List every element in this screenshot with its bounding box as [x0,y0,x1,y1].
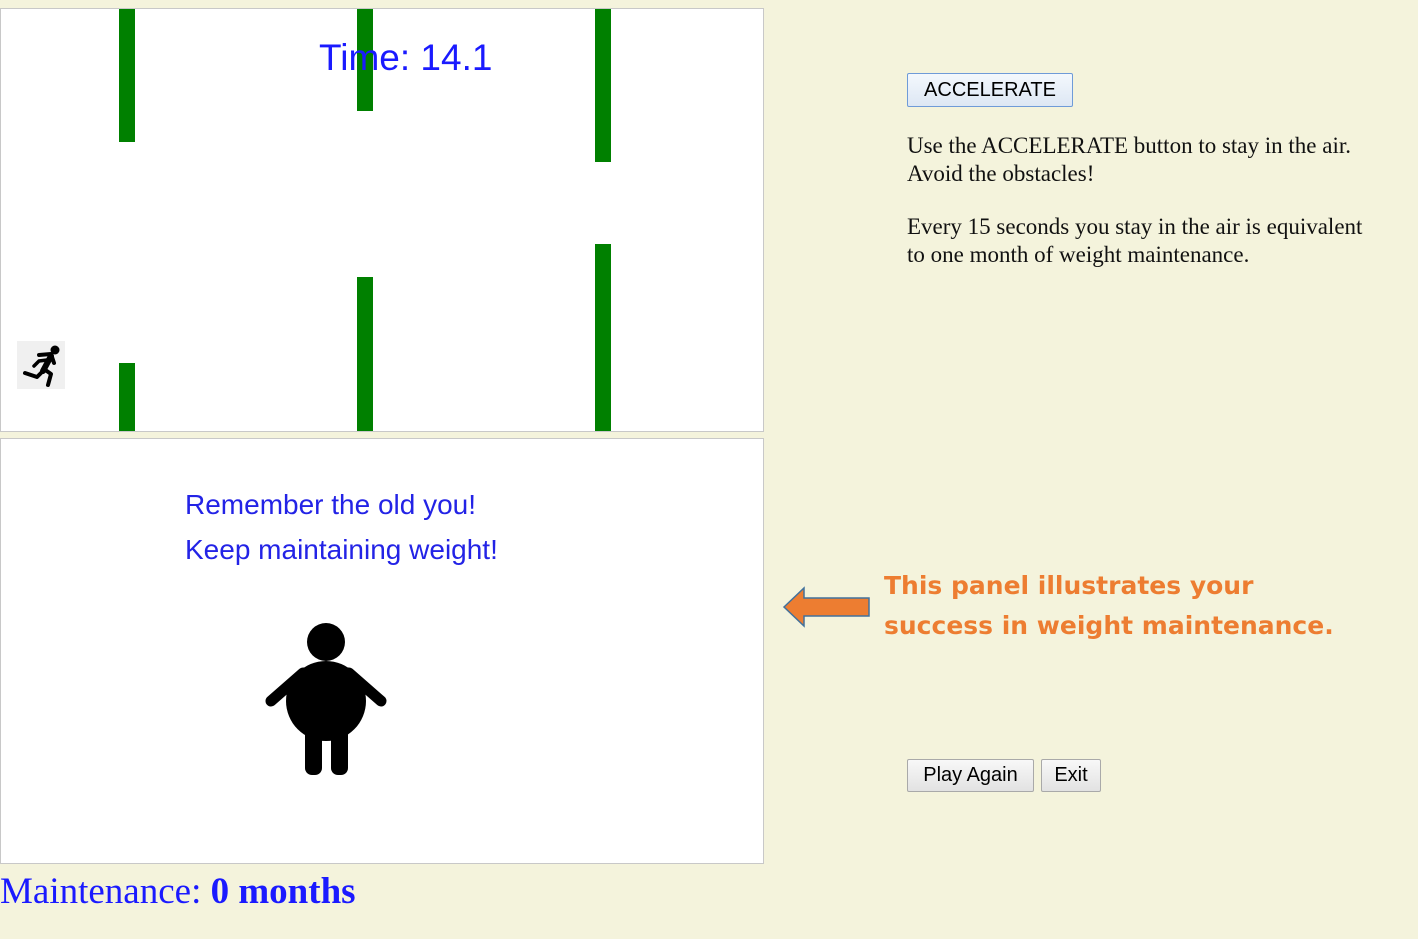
accelerate-button[interactable]: ACCELERATE [907,73,1073,107]
obstacle-bottom [595,244,611,431]
obstacle-top [595,9,611,162]
motivation-line-2: Keep maintaining weight! [185,534,498,565]
overweight-person-icon [259,619,393,779]
annotation-text: This panel illustrates your success in w… [884,571,1334,640]
obstacle-bottom [119,363,135,431]
obstacle-top [119,9,135,142]
time-value: 14.1 [420,37,493,78]
game-canvas: Time: 14.1 [0,8,764,432]
maintenance-readout: Maintenance: 0 months [0,870,356,913]
time-display: Time: 14.1 [319,37,492,79]
instructions-paragraph-2: Every 15 seconds you stay in the air is … [907,214,1363,267]
obstacle-bottom [357,277,373,431]
play-again-button[interactable]: Play Again [907,759,1034,792]
motivation-line-1: Remember the old you! [185,489,477,520]
time-label: Time: [319,37,421,78]
running-person-icon [17,341,65,389]
maintenance-label: Maintenance: [0,871,211,912]
weight-panel: Remember the old you! Keep maintaining w… [0,438,764,864]
instructions-paragraph-1: Use the ACCELERATE button to stay in the… [907,133,1351,186]
exit-button[interactable]: Exit [1041,759,1101,792]
left-arrow-icon [782,585,872,629]
maintenance-value: 0 months [210,871,356,912]
